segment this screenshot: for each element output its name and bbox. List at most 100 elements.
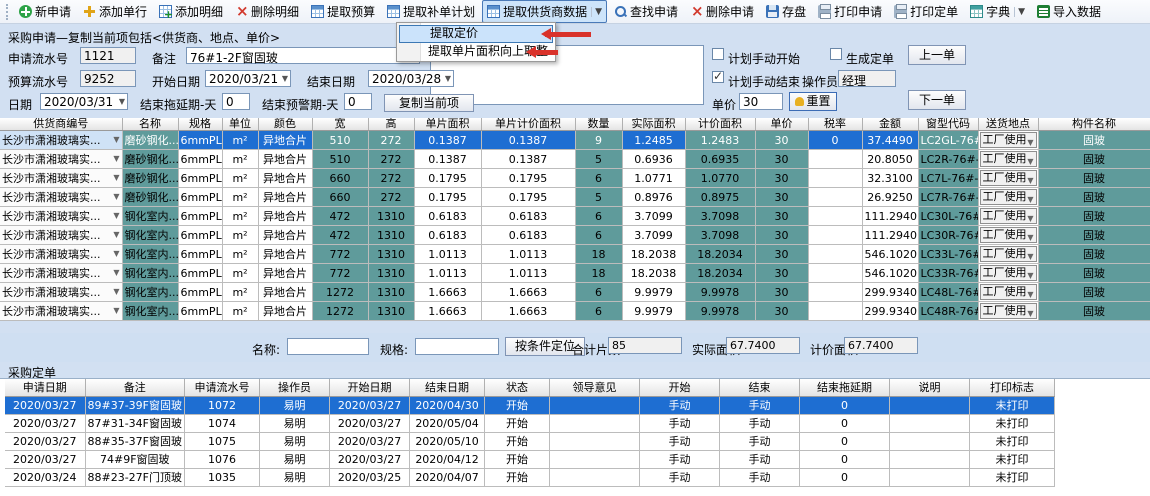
cell[interactable]: LC33L-76#... bbox=[918, 245, 978, 264]
cell[interactable]: 111.2940 bbox=[862, 226, 918, 245]
cell[interactable] bbox=[808, 226, 862, 245]
cell[interactable]: 30 bbox=[755, 169, 808, 188]
cell[interactable]: 异地合片 bbox=[258, 131, 312, 150]
column-header[interactable]: 单位 bbox=[222, 118, 258, 131]
cell[interactable] bbox=[550, 414, 640, 432]
chevron-down-icon[interactable]: ▼ bbox=[113, 135, 119, 144]
cell[interactable]: 钢化室内... bbox=[122, 245, 178, 264]
cell[interactable] bbox=[890, 432, 970, 450]
cell[interactable]: 0 bbox=[800, 468, 890, 486]
toolbar-button-dictionary[interactable]: 字典▼ bbox=[965, 0, 1030, 23]
cell[interactable]: 1.0771 bbox=[622, 169, 685, 188]
cell[interactable]: 9.9978 bbox=[685, 283, 755, 302]
delivery-location-dropdown[interactable]: 工厂使用▼ bbox=[980, 132, 1037, 148]
cell[interactable]: 1.0113 bbox=[414, 264, 481, 283]
table-row[interactable]: 2020/03/2789#37-39F窗固玻1072易明2020/03/2720… bbox=[5, 396, 1055, 414]
remark-field[interactable]: 76#1-2F窗固玻 bbox=[186, 47, 420, 64]
cell[interactable]: 工厂使用▼ bbox=[978, 169, 1038, 188]
cell[interactable]: m² bbox=[222, 131, 258, 150]
cell[interactable]: 易明 bbox=[260, 468, 330, 486]
cell[interactable]: 0 bbox=[800, 396, 890, 414]
column-header[interactable]: 名称 bbox=[122, 118, 178, 131]
end-delay-field[interactable]: 0 bbox=[222, 93, 250, 110]
column-header[interactable]: 结束拖延期 bbox=[800, 379, 890, 396]
delivery-location-dropdown[interactable]: 工厂使用▼ bbox=[980, 151, 1037, 167]
cell[interactable]: m² bbox=[222, 169, 258, 188]
cell[interactable]: 1310 bbox=[368, 302, 414, 321]
cell[interactable]: 开始 bbox=[485, 468, 550, 486]
cell[interactable]: 磨砂钢化... bbox=[122, 188, 178, 207]
cell[interactable]: 0.1795 bbox=[414, 169, 481, 188]
cell[interactable]: 2020/03/27 bbox=[330, 432, 410, 450]
cell[interactable]: 0.6183 bbox=[414, 226, 481, 245]
cell[interactable]: 2020/03/24 bbox=[5, 468, 85, 486]
cell[interactable]: 固玻 bbox=[1038, 283, 1150, 302]
table-row[interactable]: 长沙市潇湘玻璃实...▼钢化室内...6mmPLE...m²异地合片772131… bbox=[0, 264, 1150, 283]
delivery-location-dropdown[interactable]: 工厂使用▼ bbox=[980, 265, 1037, 281]
cell[interactable]: 6mmPLE... bbox=[178, 188, 222, 207]
cell[interactable]: 6mmPLE... bbox=[178, 264, 222, 283]
name-filter-field[interactable] bbox=[287, 338, 369, 355]
cell[interactable]: 26.9250 bbox=[862, 188, 918, 207]
cell[interactable]: 6 bbox=[575, 302, 622, 321]
cell[interactable]: 0.1795 bbox=[481, 169, 575, 188]
cell[interactable]: 钢化室内... bbox=[122, 226, 178, 245]
cell[interactable]: 74#9F窗固玻 bbox=[85, 450, 185, 468]
chevron-down-icon[interactable]: ▼ bbox=[1014, 7, 1025, 17]
cell[interactable] bbox=[890, 414, 970, 432]
cell[interactable] bbox=[808, 188, 862, 207]
cell[interactable]: 2020/03/27 bbox=[5, 450, 85, 468]
cell[interactable]: 510 bbox=[312, 131, 368, 150]
cell[interactable]: 0 bbox=[800, 432, 890, 450]
cell[interactable]: 772 bbox=[312, 264, 368, 283]
cell[interactable]: 磨砂钢化... bbox=[122, 150, 178, 169]
cell[interactable]: LC30R-76#... bbox=[918, 226, 978, 245]
cell[interactable]: 固玻 bbox=[1038, 169, 1150, 188]
cell[interactable]: 2020/05/10 bbox=[410, 432, 485, 450]
chevron-down-icon[interactable]: ▼ bbox=[113, 268, 119, 277]
cell[interactable]: 2020/03/27 bbox=[330, 396, 410, 414]
cell[interactable]: 30 bbox=[755, 207, 808, 226]
cell[interactable]: 1075 bbox=[185, 432, 260, 450]
column-header[interactable]: 单片计价面积 bbox=[481, 118, 575, 131]
cell[interactable]: 异地合片 bbox=[258, 264, 312, 283]
cell[interactable]: 1310 bbox=[368, 264, 414, 283]
cell[interactable]: 固玻 bbox=[1038, 302, 1150, 321]
cell[interactable]: 2020/03/27 bbox=[330, 414, 410, 432]
cell[interactable]: 18 bbox=[575, 264, 622, 283]
delivery-location-dropdown[interactable]: 工厂使用▼ bbox=[980, 303, 1037, 319]
cell[interactable]: 0.6183 bbox=[481, 207, 575, 226]
cell[interactable]: 30 bbox=[755, 226, 808, 245]
cell[interactable]: 长沙市潇湘玻璃实...▼ bbox=[0, 245, 122, 264]
cell[interactable]: 30 bbox=[755, 131, 808, 150]
cell[interactable]: 18.2034 bbox=[685, 264, 755, 283]
cell[interactable]: 1310 bbox=[368, 283, 414, 302]
column-header[interactable]: 申请日期 bbox=[5, 379, 85, 396]
cell[interactable]: 88#23-27F门顶玻 bbox=[85, 468, 185, 486]
cell[interactable]: 0 bbox=[808, 131, 862, 150]
cell[interactable]: 固玻 bbox=[1038, 264, 1150, 283]
cell[interactable] bbox=[808, 207, 862, 226]
cell[interactable]: 0.1387 bbox=[414, 131, 481, 150]
request-no-field[interactable]: 1121 bbox=[80, 47, 136, 64]
cell[interactable]: 1074 bbox=[185, 414, 260, 432]
chevron-down-icon[interactable]: ▼ bbox=[1027, 155, 1033, 169]
cell[interactable]: 6mmPLE... bbox=[178, 150, 222, 169]
table-row[interactable]: 长沙市潇湘玻璃实...▼磨砂钢化...6mmPLE...m²异地合片660272… bbox=[0, 188, 1150, 207]
cell[interactable]: 0.1795 bbox=[481, 188, 575, 207]
table-row[interactable]: 长沙市潇湘玻璃实...▼钢化室内...6mmPLE...m²异地合片127213… bbox=[0, 283, 1150, 302]
column-header[interactable]: 结束 bbox=[720, 379, 800, 396]
cell[interactable]: 37.4490 bbox=[862, 131, 918, 150]
cell[interactable]: 固玻 bbox=[1038, 245, 1150, 264]
chevron-down-icon[interactable]: ▼ bbox=[1027, 250, 1033, 264]
cell[interactable]: 手动 bbox=[720, 468, 800, 486]
cell[interactable]: 6 bbox=[575, 283, 622, 302]
cell[interactable]: 开始 bbox=[485, 432, 550, 450]
date-picker[interactable]: 2020/03/31▼ bbox=[40, 93, 128, 110]
toolbar-button-print-request[interactable]: 打印申请 bbox=[813, 0, 887, 23]
cell[interactable]: 1.0113 bbox=[414, 245, 481, 264]
column-header[interactable]: 供货商编号 bbox=[0, 118, 122, 131]
column-header[interactable]: 结束日期 bbox=[410, 379, 485, 396]
chevron-down-icon[interactable]: ▼ bbox=[1027, 212, 1033, 226]
cell[interactable]: 89#37-39F窗固玻 bbox=[85, 396, 185, 414]
